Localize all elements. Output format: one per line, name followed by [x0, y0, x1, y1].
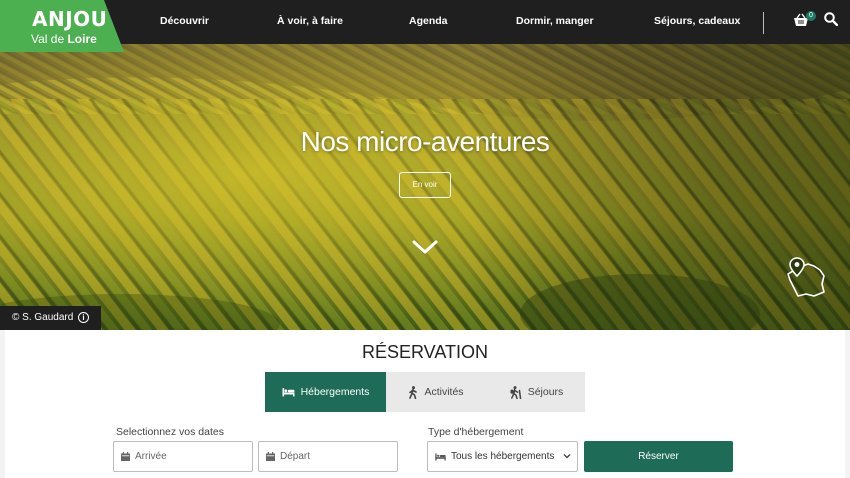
logo-subtitle: Val de Loire — [31, 32, 97, 46]
scroll-down-chevron-icon[interactable] — [411, 238, 439, 256]
nav-agenda[interactable]: Agenda — [409, 15, 448, 27]
info-icon[interactable]: i — [78, 312, 89, 323]
calendar-icon — [121, 452, 130, 461]
accommodation-type-label: Type d'hébergement — [428, 426, 524, 438]
accommodation-type-select[interactable]: Tous les hébergements — [427, 441, 578, 472]
hiker-icon — [510, 385, 521, 399]
nav-sejours-cadeaux[interactable]: Séjours, cadeaux — [654, 15, 740, 27]
brand-logo[interactable]: ANJOU Val de Loire — [0, 0, 124, 52]
cart-count-badge: 0 — [806, 11, 816, 21]
site-header: Découvrir À voir, à faire Agenda Dormir,… — [0, 0, 850, 44]
reservation-panel: RÉSERVATION Hébergements Activités Séjou… — [5, 330, 845, 478]
reservation-title: RÉSERVATION — [361, 342, 489, 362]
search-button[interactable] — [824, 12, 840, 28]
tab-hebergements-label: Hébergements — [300, 386, 370, 398]
tab-sejours-label: Séjours — [527, 386, 564, 398]
logo-wordmark: ANJOU — [32, 7, 108, 31]
nav-divider — [763, 12, 764, 34]
departure-date-field[interactable]: Départ — [258, 441, 398, 472]
hero-see-more-button[interactable]: En voir — [399, 172, 451, 198]
photo-credit: © S. Gaudard i — [0, 306, 101, 330]
tab-activites[interactable]: Activités — [386, 372, 486, 412]
tab-activites-label: Activités — [424, 386, 464, 398]
chevron-down-icon — [563, 454, 571, 459]
dates-label: Selectionnez vos dates — [116, 426, 224, 438]
calendar-icon — [266, 452, 275, 461]
walker-icon — [409, 385, 418, 399]
hero-banner: Nos micro-aventures En voir © S. Gaudard… — [0, 44, 850, 330]
page: Découvrir À voir, à faire Agenda Dormir,… — [0, 0, 850, 478]
nav-decouvrir[interactable]: Découvrir — [160, 15, 209, 27]
accommodation-type-value: Tous les hébergements — [451, 451, 555, 462]
france-map-pin-icon[interactable] — [784, 256, 828, 298]
photo-credit-text: © S. Gaudard — [12, 312, 74, 323]
nav-a-voir-a-faire[interactable]: À voir, à faire — [277, 15, 343, 27]
tab-hebergements[interactable]: Hébergements — [265, 372, 386, 412]
arrival-placeholder: Arrivée — [135, 451, 167, 462]
bed-icon — [435, 453, 446, 460]
reserve-button[interactable]: Réserver — [584, 441, 733, 472]
cart-button[interactable]: 0 — [793, 11, 816, 31]
bed-icon — [282, 388, 295, 397]
arrival-date-field[interactable]: Arrivée — [113, 441, 253, 472]
reservation-tabs: Hébergements Activités Séjours — [265, 372, 585, 412]
departure-placeholder: Départ — [280, 451, 311, 462]
nav-dormir-manger[interactable]: Dormir, manger — [516, 15, 594, 27]
tab-sejours[interactable]: Séjours — [486, 372, 585, 412]
search-icon — [824, 12, 839, 27]
hero-title: Nos micro-aventures — [300, 126, 550, 157]
